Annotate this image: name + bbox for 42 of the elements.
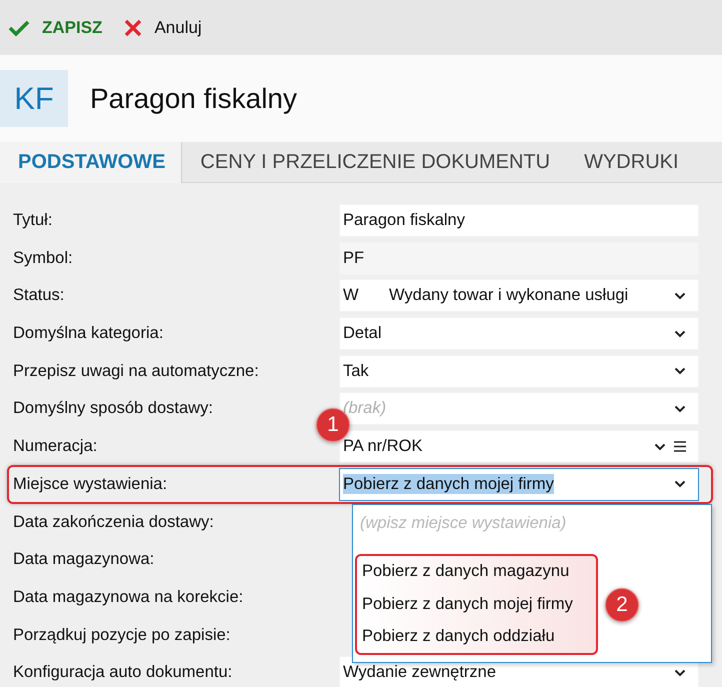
checkmark-icon xyxy=(8,18,30,36)
tab[interactable]: CENY I PRZELICZENIE DOKUMENTU xyxy=(182,142,566,182)
dropdown-option[interactable]: Pobierz z danych mojej firmy xyxy=(362,594,596,614)
dropdown-field[interactable]: PA nr/ROK xyxy=(339,430,699,464)
close-icon xyxy=(124,18,142,36)
chevron-down-icon[interactable] xyxy=(654,442,666,451)
menu-icon[interactable] xyxy=(674,441,686,452)
field-label: Porządkuj pozycje po zapisie: xyxy=(12,626,232,645)
save-button[interactable]: ZAPISZ xyxy=(8,14,102,42)
field-label: Status: xyxy=(12,286,66,306)
field-label: Miejsce wystawienia: xyxy=(12,474,168,494)
dropdown-option[interactable]: Pobierz z danych magazynu xyxy=(362,562,596,582)
document-title: Paragon fiskalny xyxy=(90,82,298,114)
chevron-down-icon[interactable] xyxy=(674,367,686,376)
field-label: Domyślny sposób dostawy: xyxy=(12,399,214,418)
readonly-field: PF xyxy=(339,242,699,275)
chevron-down-icon[interactable] xyxy=(674,330,686,338)
tab[interactable]: PODSTAWOWE xyxy=(0,142,182,183)
chevron-down-icon[interactable] xyxy=(674,404,686,413)
text-input[interactable]: Paragon fiskalny xyxy=(339,204,699,237)
field-label: Tytuł: xyxy=(12,211,54,230)
field-label: Data magazynowa: xyxy=(12,550,156,570)
chevron-down-icon[interactable] xyxy=(674,292,686,300)
tab[interactable]: WYDRUKI xyxy=(566,142,695,182)
chevron-down-icon[interactable] xyxy=(674,668,686,677)
field-label: Domyślna kategoria: xyxy=(12,324,164,344)
field-label: Data magazynowa na korekcie: xyxy=(12,588,244,607)
field-label: Data zakończenia dostawy: xyxy=(12,512,215,532)
status-code: W xyxy=(343,286,360,306)
dropdown-option[interactable]: Pobierz z danych oddziału xyxy=(362,627,596,646)
dropdown-field[interactable]: Pobierz z danych mojej firmy xyxy=(339,468,699,501)
field-label: Przepisz uwagi na automatyczne: xyxy=(12,362,260,381)
dropdown-field[interactable]: Tak xyxy=(339,354,699,388)
field-label: Konfiguracja auto dokumentu: xyxy=(12,663,234,682)
callout-badge: 2 xyxy=(605,588,639,622)
field-label: Symbol: xyxy=(12,248,74,268)
chevron-down-icon[interactable] xyxy=(674,480,686,488)
cancel-button[interactable]: Anuluj xyxy=(124,14,202,42)
document-type-badge: KF xyxy=(0,70,68,127)
dropdown-field[interactable]: Detal xyxy=(339,317,699,350)
field-label: Numeracja: xyxy=(12,437,98,456)
dropdown-field[interactable]: W Wydany towar i wykonane usługi xyxy=(339,279,699,312)
